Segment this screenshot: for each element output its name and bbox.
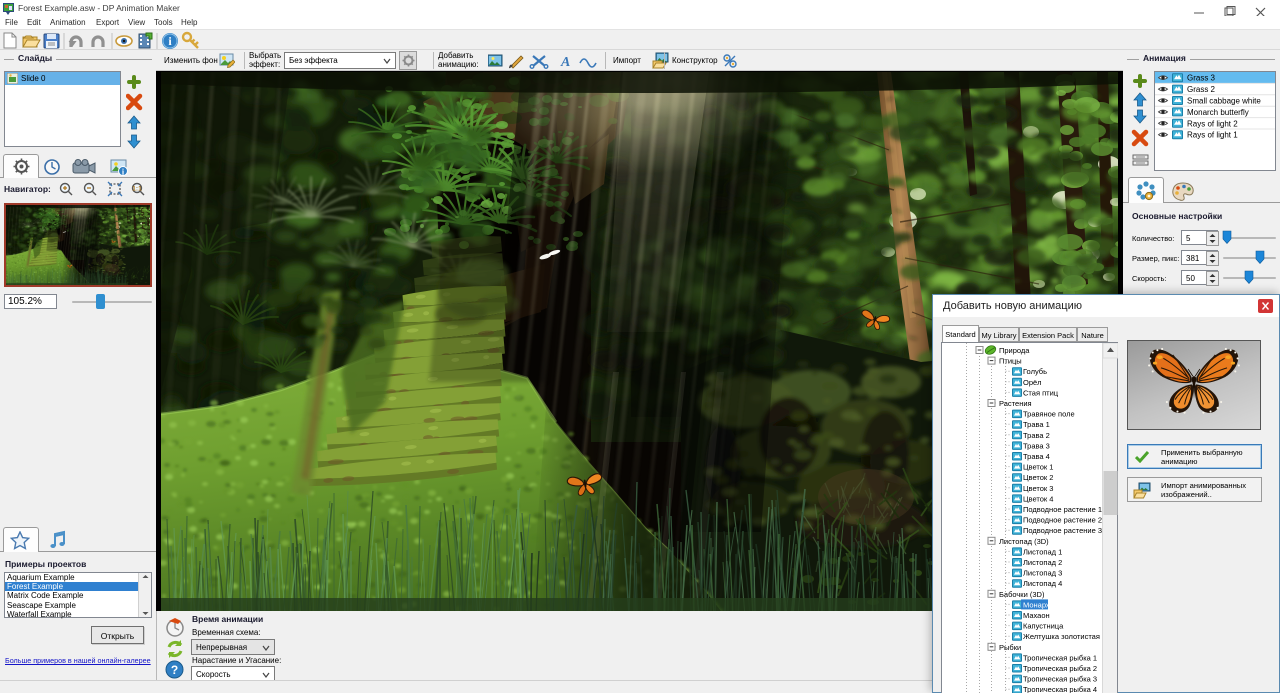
svg-text:Природа: Природа <box>999 346 1030 355</box>
svg-text:Подводное растение 1: Подводное растение 1 <box>1023 505 1102 514</box>
svg-text:Тропическая рыбка 3: Тропическая рыбка 3 <box>1023 675 1097 684</box>
svg-text:Тропическая рыбка 2: Тропическая рыбка 2 <box>1023 664 1097 673</box>
svg-text:Листопад 2: Листопад 2 <box>1023 558 1062 567</box>
svg-text:Рыбки: Рыбки <box>999 643 1021 652</box>
svg-text:Капустница: Капустница <box>1023 622 1064 631</box>
svg-text:Тропическая рыбка 4: Тропическая рыбка 4 <box>1023 685 1097 693</box>
svg-text:Трава 1: Трава 1 <box>1023 420 1050 429</box>
svg-text:Стая птиц: Стая птиц <box>1023 388 1059 397</box>
svg-text:Цветок 4: Цветок 4 <box>1023 494 1053 503</box>
svg-text:Подводное растение 2: Подводное растение 2 <box>1023 516 1102 525</box>
svg-text:Травяное поле: Травяное поле <box>1023 410 1075 419</box>
svg-text:Трава 2: Трава 2 <box>1023 431 1050 440</box>
svg-text:Листопад 3: Листопад 3 <box>1023 569 1062 578</box>
svg-text:Птицы: Птицы <box>999 357 1022 366</box>
svg-text:Листопад 1: Листопад 1 <box>1023 547 1062 556</box>
svg-text:1:1: 1:1 <box>132 186 142 193</box>
svg-text:Small cabbage white: Small cabbage white <box>1187 97 1261 106</box>
svg-text:Grass 3: Grass 3 <box>1187 74 1216 83</box>
svg-text:Grass 2: Grass 2 <box>1187 85 1216 94</box>
svg-text:Monarch butterfly: Monarch butterfly <box>1187 108 1249 117</box>
svg-text:Бабочки (3D): Бабочки (3D) <box>999 590 1045 599</box>
svg-text:Листопад (3D): Листопад (3D) <box>999 537 1049 546</box>
svg-text:Трава 4: Трава 4 <box>1023 452 1050 461</box>
svg-text:Rays of light 1: Rays of light 1 <box>1187 131 1238 140</box>
svg-text:Трава 3: Трава 3 <box>1023 441 1050 450</box>
svg-text:Листопад 4: Листопад 4 <box>1023 579 1062 588</box>
svg-text:Цветок 3: Цветок 3 <box>1023 484 1053 493</box>
svg-text:A: A <box>560 55 570 69</box>
svg-text:Цветок 1: Цветок 1 <box>1023 463 1053 472</box>
svg-text:?: ? <box>171 663 178 677</box>
svg-text:Rays of light 2: Rays of light 2 <box>1187 119 1238 128</box>
svg-text:Монарх: Монарх <box>1023 600 1050 609</box>
svg-text:Тропическая рыбка 1: Тропическая рыбка 1 <box>1023 653 1097 662</box>
svg-text:Желтушка золотистая: Желтушка золотистая <box>1023 632 1100 641</box>
svg-text:Цветок 2: Цветок 2 <box>1023 473 1053 482</box>
svg-text:Орёл: Орёл <box>1023 378 1042 387</box>
svg-text:Махаон: Махаон <box>1023 611 1050 620</box>
svg-text:Растения: Растения <box>999 399 1032 408</box>
svg-text:Подводное растение 3: Подводное растение 3 <box>1023 526 1102 535</box>
svg-text:Голубь: Голубь <box>1023 367 1047 376</box>
